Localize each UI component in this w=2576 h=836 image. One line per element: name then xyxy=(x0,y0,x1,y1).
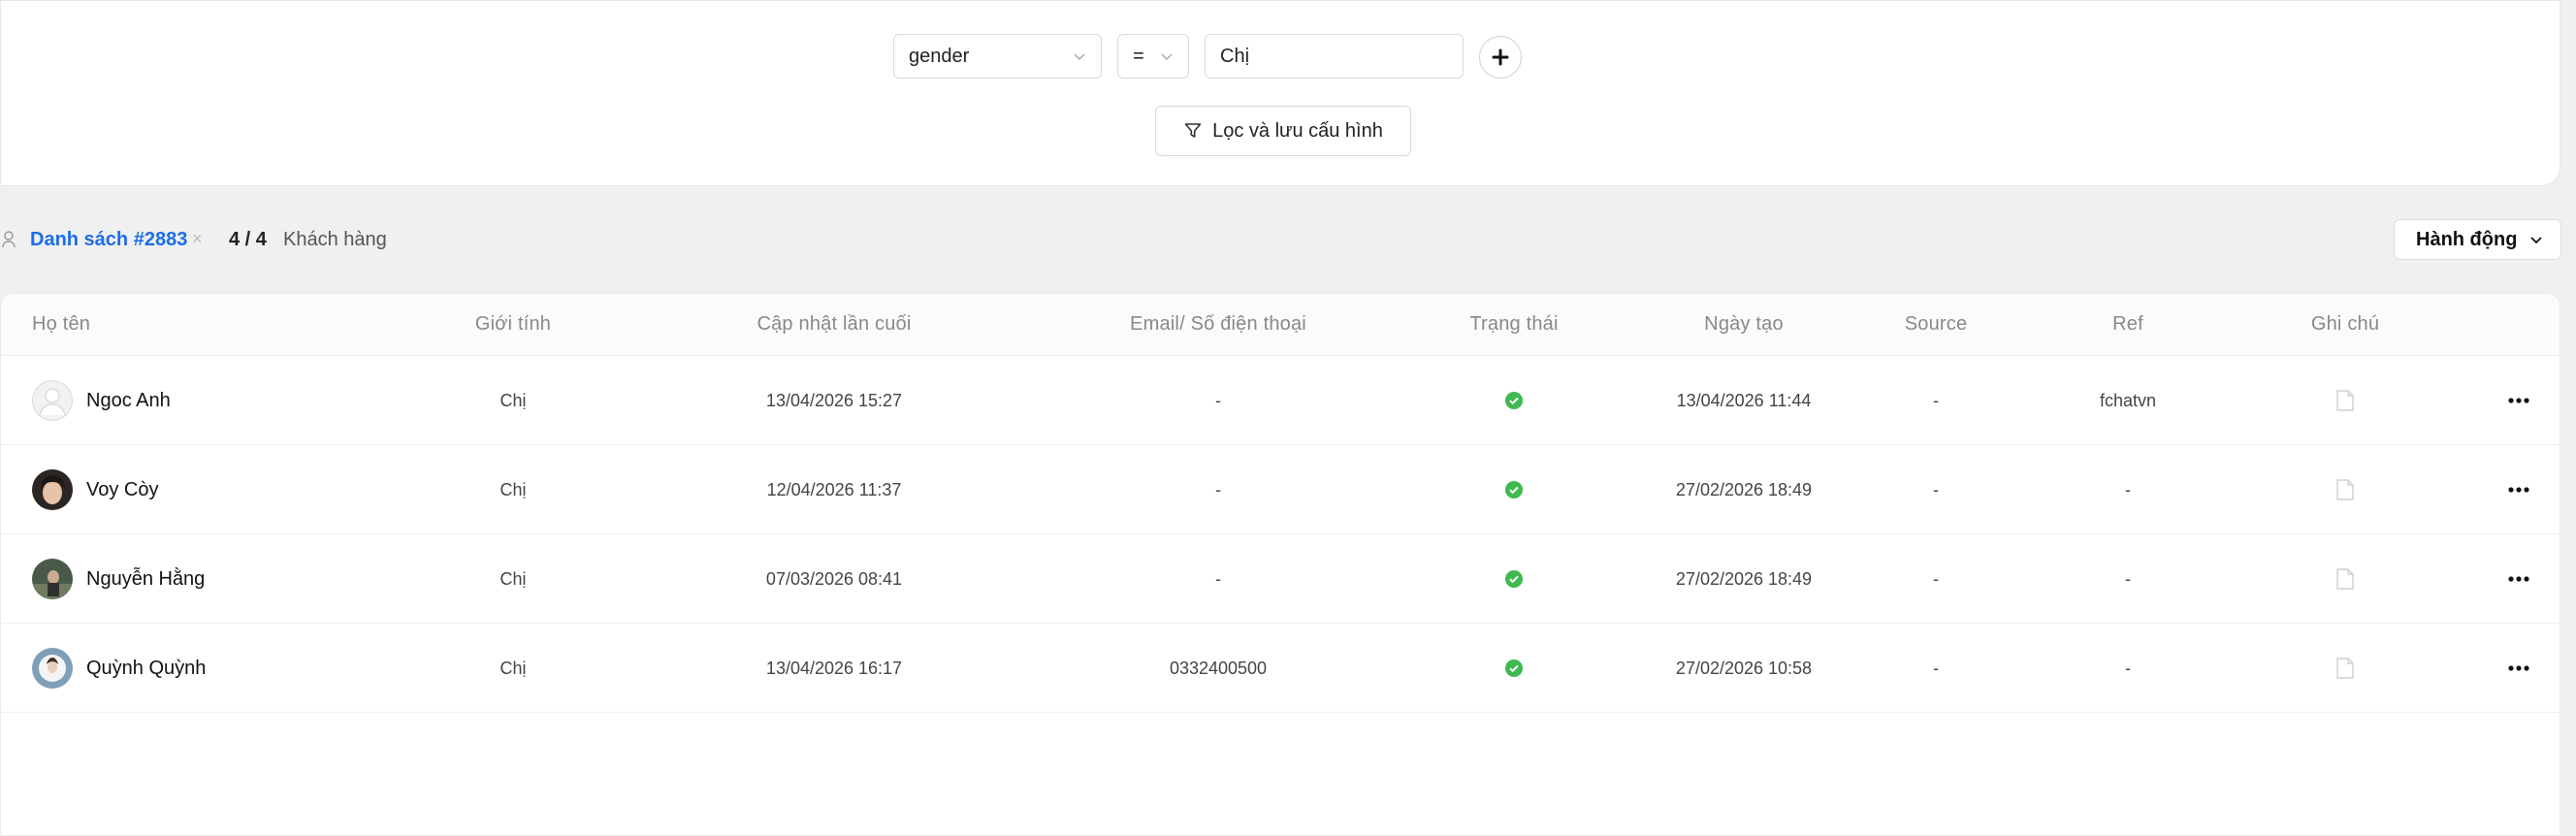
gender-cell: Chị xyxy=(499,391,527,410)
source-cell: - xyxy=(1933,659,1939,678)
table-row[interactable]: Quỳnh Quỳnh Chị 13/04/2026 16:17 0332400… xyxy=(1,624,2560,713)
col-header-updated[interactable]: Cập nhật lần cuối xyxy=(757,313,911,336)
filter-field-value: gender xyxy=(909,46,970,67)
contact-cell: - xyxy=(1215,480,1221,499)
note-icon[interactable] xyxy=(2335,390,2355,411)
filter-value-input[interactable]: Chị xyxy=(1205,34,1464,79)
check-circle-icon xyxy=(1505,570,1523,588)
chevron-down-icon xyxy=(1072,35,1087,78)
list-name-link[interactable]: Danh sách #2883 xyxy=(30,229,187,251)
check-circle-icon xyxy=(1505,392,1523,409)
filter-save-label: Lọc và lưu cấu hình xyxy=(1212,119,1383,142)
col-header-note[interactable]: Ghi chú xyxy=(2311,313,2379,336)
gender-cell: Chị xyxy=(499,480,527,499)
avatar xyxy=(32,469,73,510)
name-cell: Nguyễn Hằng xyxy=(32,534,205,624)
customer-table: Họ tên Giới tính Cập nhật lần cuối Email… xyxy=(0,293,2560,836)
more-options-icon[interactable] xyxy=(2508,445,2529,534)
source-cell: - xyxy=(1933,480,1939,499)
ref-cell: - xyxy=(2125,480,2131,499)
col-header-gender[interactable]: Giới tính xyxy=(475,313,551,336)
table-row[interactable]: Nguyễn Hằng Chị 07/03/2026 08:41 - 27/02… xyxy=(1,534,2560,624)
ref-cell: - xyxy=(2125,659,2131,678)
chevron-down-icon xyxy=(2530,237,2543,244)
note-icon[interactable] xyxy=(2335,479,2355,500)
table-row[interactable]: Voy Còy Chị 12/04/2026 11:37 - 27/02/202… xyxy=(1,445,2560,534)
updated-cell: 12/04/2026 11:37 xyxy=(766,480,902,499)
filter-value-text: Chị xyxy=(1220,46,1250,67)
chevron-down-icon xyxy=(1159,35,1175,78)
ref-cell: - xyxy=(2125,569,2131,589)
updated-cell: 13/04/2026 16:17 xyxy=(765,659,903,678)
col-header-ref[interactable]: Ref xyxy=(2112,313,2143,336)
table-row[interactable]: Ngoc Anh Chị 13/04/2026 15:27 - 13/04/20… xyxy=(1,356,2560,445)
created-cell: 27/02/2026 18:49 xyxy=(1675,569,1813,589)
col-header-contact[interactable]: Email/ Số điện thoại xyxy=(1130,313,1306,336)
more-options-icon[interactable] xyxy=(2508,356,2529,445)
add-filter-button[interactable] xyxy=(1479,36,1522,79)
actions-dropdown-button[interactable]: Hành động xyxy=(2394,219,2561,260)
avatar xyxy=(32,559,73,599)
ref-cell: fchatvn xyxy=(2099,391,2157,410)
filter-field-select[interactable]: gender xyxy=(893,34,1102,79)
customer-name[interactable]: Ngoc Anh xyxy=(86,390,171,412)
gender-cell: Chị xyxy=(499,569,527,589)
list-header: Danh sách #2883 × 4 / 4 Khách hàng xyxy=(0,221,2576,260)
gender-cell: Chị xyxy=(499,659,527,678)
note-icon[interactable] xyxy=(2335,658,2355,679)
customer-name[interactable]: Nguyễn Hằng xyxy=(86,568,205,591)
record-count-label: Khách hàng xyxy=(283,229,387,250)
contact-cell: - xyxy=(1215,391,1221,410)
table-header: Họ tên Giới tính Cập nhật lần cuối Email… xyxy=(1,294,2560,356)
col-header-created[interactable]: Ngày tạo xyxy=(1704,313,1784,336)
plus-icon xyxy=(1492,48,1509,66)
user-icon xyxy=(2,231,16,248)
filter-operator-select[interactable]: = xyxy=(1117,34,1189,79)
filter-save-button[interactable]: Lọc và lưu cấu hình xyxy=(1155,106,1411,156)
created-cell: 13/04/2026 11:44 xyxy=(1676,391,1812,410)
contact-cell: 0332400500 xyxy=(1169,659,1268,678)
contact-cell: - xyxy=(1215,569,1221,589)
actions-label: Hành động xyxy=(2416,228,2518,250)
updated-cell: 13/04/2026 15:27 xyxy=(765,391,903,410)
more-options-icon[interactable] xyxy=(2508,624,2529,713)
col-header-name[interactable]: Họ tên xyxy=(32,313,90,336)
updated-cell: 07/03/2026 08:41 xyxy=(765,569,903,589)
customer-name[interactable]: Voy Còy xyxy=(86,479,158,501)
filter-panel: gender = Chị Lọc và lưu cấu hình xyxy=(0,0,2560,186)
name-cell: Voy Còy xyxy=(32,445,158,534)
customer-name[interactable]: Quỳnh Quỳnh xyxy=(86,658,206,680)
created-cell: 27/02/2026 10:58 xyxy=(1675,659,1813,678)
check-circle-icon xyxy=(1505,481,1523,498)
name-cell: Quỳnh Quỳnh xyxy=(32,624,206,713)
filter-operator-value: = xyxy=(1133,46,1144,67)
remove-list-icon[interactable]: × xyxy=(192,229,203,249)
source-cell: - xyxy=(1933,569,1939,589)
col-header-source[interactable]: Source xyxy=(1905,313,1968,336)
record-count: 4 / 4 xyxy=(229,229,267,250)
avatar xyxy=(32,380,73,421)
created-cell: 27/02/2026 18:49 xyxy=(1675,480,1813,499)
filter-icon xyxy=(1184,123,1202,138)
avatar xyxy=(32,648,73,689)
check-circle-icon xyxy=(1505,659,1523,677)
source-cell: - xyxy=(1933,391,1939,410)
more-options-icon[interactable] xyxy=(2508,534,2529,624)
note-icon[interactable] xyxy=(2335,568,2355,590)
col-header-status[interactable]: Trạng thái xyxy=(1469,313,1558,336)
name-cell: Ngoc Anh xyxy=(32,356,171,445)
